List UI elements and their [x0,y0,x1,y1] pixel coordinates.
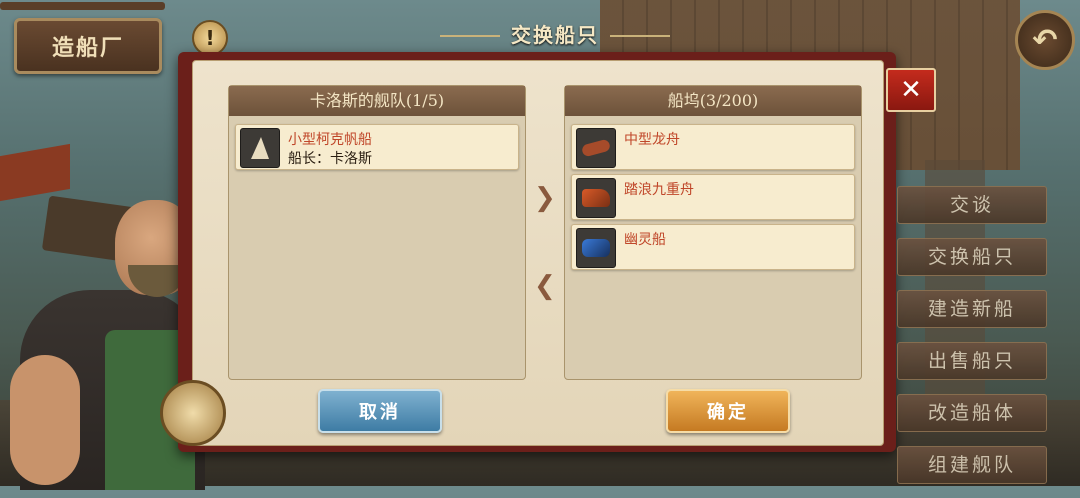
background-awning [0,143,70,202]
exclamation-icon[interactable]: ! [192,20,228,56]
ship-captain: 船长：卡洛斯 [288,151,372,167]
back-button[interactable]: ↶ [1015,10,1075,70]
ship-name: 幽灵船 [624,232,666,248]
fleet-ship-item[interactable]: 小型柯克帆船 船长：卡洛斯 [235,124,519,170]
side-menu-refit-hull[interactable]: 改造船体 [897,394,1047,432]
close-icon: ✕ [900,75,922,105]
side-menu-form-fleet[interactable]: 组建舰队 [897,446,1047,484]
close-button[interactable]: ✕ [886,68,936,112]
arrow-left-icon[interactable]: ❮ [534,271,556,301]
ship-name: 踏浪九重舟 [624,182,694,198]
back-arrow-icon: ↶ [1032,22,1058,58]
ship-name: 小型柯克帆船 [288,132,372,148]
side-menu-sell-ships[interactable]: 出售船只 [897,342,1047,380]
fleet-panel: 卡洛斯的舰队(1/5) 小型柯克帆船 船长：卡洛斯 [228,85,526,380]
fleet-panel-title: 卡洛斯的舰队(1/5) [229,86,525,116]
dock-ship-item[interactable]: 踏浪九重舟 [571,174,855,220]
side-menu-build-ship[interactable]: 建造新船 [897,290,1047,328]
dialog-title: 交换船只 [440,18,670,52]
dock-ship-item[interactable]: 中型龙舟 [571,124,855,170]
dragon-boat-icon [576,128,616,168]
dock-panel-title: 船坞(3/200) [565,86,861,116]
red-ship-icon [576,178,616,218]
arrow-right-icon[interactable]: ❯ [534,183,556,213]
dock-ship-item[interactable]: 幽灵船 [571,224,855,270]
side-menu: 交谈 交换船只 建造新船 出售船只 改造船体 组建舰队 [897,186,1047,498]
ship-name: 中型龙舟 [624,132,680,148]
title-ornament-right [610,35,670,37]
sail-ship-icon [240,128,280,168]
sign-hanger-bar [0,2,165,10]
ghost-ship-icon [576,228,616,268]
side-menu-exchange-ships[interactable]: 交换船只 [897,238,1047,276]
compass-ornament [160,380,226,446]
title-ornament-left [440,35,500,37]
cancel-button[interactable]: 取消 [318,389,442,433]
character-arm [10,355,80,485]
dock-panel: 船坞(3/200) 中型龙舟 踏浪九重舟 幽灵船 [564,85,862,380]
confirm-button[interactable]: 确定 [666,389,790,433]
exclamation-glyph: ! [205,26,215,50]
shipyard-sign: 造船厂 [14,18,162,74]
side-menu-talk[interactable]: 交谈 [897,186,1047,224]
shipyard-sign-label: 造船厂 [51,35,124,61]
dialog-title-text: 交换船只 [511,23,599,47]
